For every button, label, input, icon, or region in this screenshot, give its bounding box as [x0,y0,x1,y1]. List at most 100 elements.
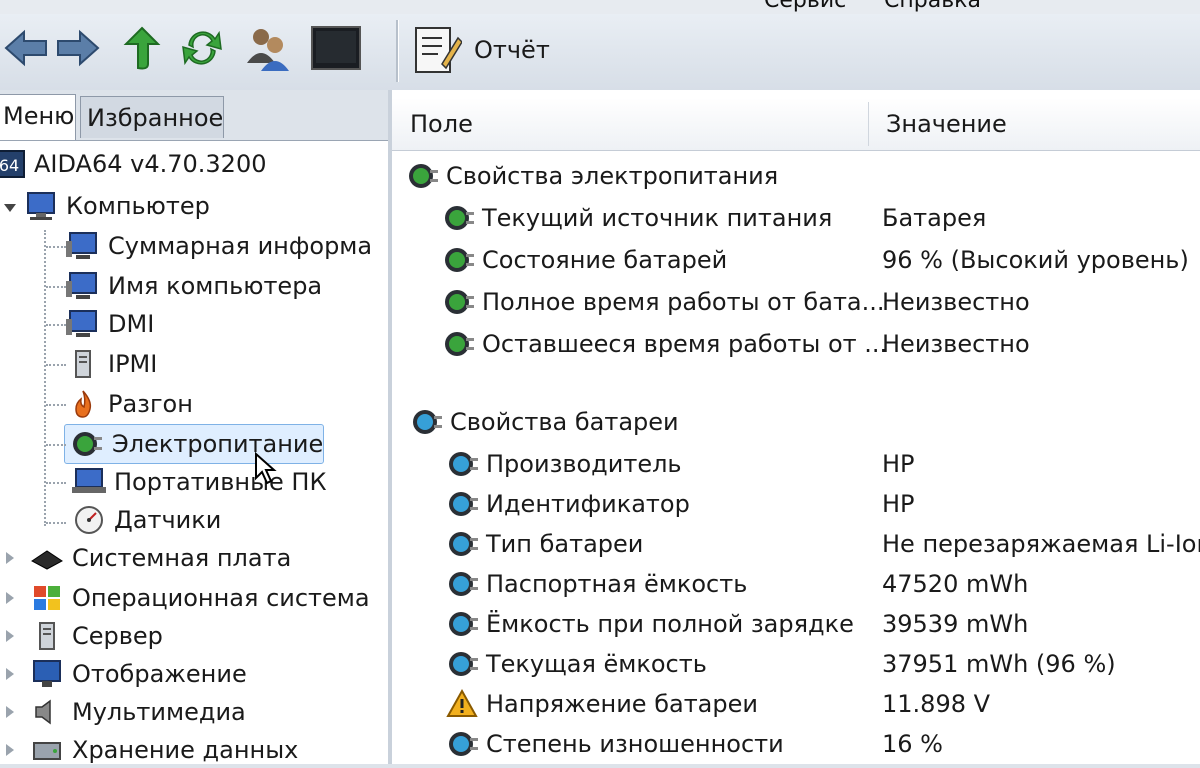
row-field: Тип батареи [486,530,644,558]
row-value: 11.898 V [882,690,991,718]
row-value: Не перезаряжаемая Li-Ion [882,530,1200,558]
table-row[interactable]: Производитель HP [392,444,1200,484]
column-value-header[interactable]: Значение [886,110,1007,138]
tree-item-motherboard[interactable]: Системная плата [30,540,291,576]
aida64-icon: 64 [0,150,25,178]
windows-logo-icon [34,586,60,610]
forward-arrow-icon [57,29,100,67]
row-value: 47520 mWh [882,570,1029,598]
row-value: 16 % [882,730,943,758]
computer-icon [27,192,55,220]
console-button[interactable] [310,22,362,74]
tree-item-ipmi[interactable]: IPMI [66,346,157,382]
tree-item-overclock[interactable]: Разгон [66,386,193,422]
tree-item-storage[interactable]: Хранение данных [30,732,298,768]
up-button[interactable] [116,22,168,74]
expander-os[interactable] [6,592,14,604]
tree-item-label: DMI [108,310,155,338]
expander-multimedia[interactable] [6,706,14,718]
table-row[interactable]: Напряжение батареи 11.898 V [392,684,1200,724]
row-field: Идентификатор [486,490,690,518]
section-header-battery: Свойства батареи [392,402,1192,442]
tree-item-dmi[interactable]: DMI [66,306,154,342]
expander-motherboard[interactable] [6,552,14,564]
row-field: Степень изношенности [486,730,784,758]
battery-globe-icon [449,652,478,676]
power-plug-icon [445,248,474,272]
power-plug-icon [445,206,474,230]
tree-connector [46,324,66,326]
tree-item-label: AIDA64 v4.70.3200 [34,150,267,178]
tree-connector [46,482,66,484]
refresh-button[interactable] [176,22,228,74]
tab-favorites[interactable]: Избранное [80,96,224,138]
table-row[interactable]: Состояние батарей 96 % (Высокий уровень) [392,240,1200,280]
table-row[interactable]: Степень изношенности 16 % [392,724,1200,764]
tree-item-sensors[interactable]: Датчики [72,502,221,538]
column-field-header[interactable]: Поле [410,110,473,138]
tree-item-label: Сервер [72,622,163,650]
tree-item-laptops[interactable]: Портативные ПК [72,464,327,500]
report-label[interactable]: Отчёт [474,36,550,64]
tree-item-power[interactable]: Электропитание [70,426,323,462]
console-icon [311,26,361,70]
tree-item-label: Хранение данных [72,736,299,764]
expander-storage[interactable] [6,744,14,756]
mouse-cursor-icon [255,452,277,485]
table-row[interactable]: Текущая ёмкость 37951 mWh (96 %) [392,644,1200,684]
table-row[interactable]: Идентификатор HP [392,484,1200,524]
table-row[interactable]: Оставшееся время работы от ... Неизвестн… [392,324,1200,364]
expander-computer[interactable] [4,204,16,212]
row-value: Неизвестно [882,330,1030,358]
tree-connector [46,286,66,288]
row-field: Текущий источник питания [482,204,833,232]
battery-globe-icon [449,572,478,596]
section-title: Свойства электропитания [446,162,779,190]
tree-item-os[interactable]: Операционная система [30,580,370,616]
battery-globe-icon [449,532,478,556]
server-icon [75,350,91,378]
power-plug-icon [445,332,474,356]
table-row[interactable]: Ёмкость при полной зарядке 39539 mWh [392,604,1200,644]
tab-menu[interactable]: Меню [0,94,76,140]
tree-item-label: Системная плата [72,544,292,572]
battery-globe-icon [449,492,478,516]
row-field: Производитель [486,450,682,478]
tree-item-label: Отображение [72,660,247,688]
navigation-panel: Меню Избранное 64 AIDA64 v4.70.3200 Комп… [0,90,392,764]
row-field: Оставшееся время работы от ... [482,330,888,358]
back-arrow-icon [4,29,47,67]
expander-server[interactable] [6,630,14,642]
table-row[interactable]: Паспортная ёмкость 47520 mWh [392,564,1200,604]
column-header: Поле Значение [392,98,1200,151]
refresh-icon [182,30,222,66]
menu-item-help[interactable]: Справка [884,0,981,13]
display-icon [33,660,61,687]
table-row[interactable]: Полное время работы от бата... Неизвестн… [392,282,1200,322]
table-row[interactable]: Тип батареи Не перезаряжаемая Li-Ion [392,524,1200,564]
table-row[interactable]: Текущий источник питания Батарея [392,198,1200,238]
menu-item-service[interactable]: Сервис [764,0,846,13]
expander-display[interactable] [6,668,14,680]
column-separator[interactable] [868,102,869,146]
tree-item-multimedia[interactable]: Мультимедиа [30,694,246,730]
power-plug-icon [409,164,438,188]
forward-button[interactable] [52,22,104,74]
report-button[interactable] [412,24,463,78]
battery-globe-icon [449,612,478,636]
tree-connector [46,522,66,524]
tree-item-display[interactable]: Отображение [30,656,247,692]
row-value: HP [882,450,915,478]
tree-item-summary[interactable]: Суммарная информа [66,228,372,264]
users-button[interactable] [242,22,294,74]
tree-item-computer-name[interactable]: Имя компьютера [66,268,322,304]
tree-connector [46,364,66,366]
tree-item-server[interactable]: Сервер [30,618,163,654]
tree-item-label: Портативные ПК [114,468,327,496]
row-field: Напряжение батареи [486,690,758,718]
row-field: Состояние батарей [482,246,728,274]
row-field: Ёмкость при полной зарядке [486,610,854,638]
back-button[interactable] [0,22,52,74]
tree-item-computer[interactable]: Компьютер [24,188,210,224]
tree-item-aida64[interactable]: 64 AIDA64 v4.70.3200 [0,146,267,182]
